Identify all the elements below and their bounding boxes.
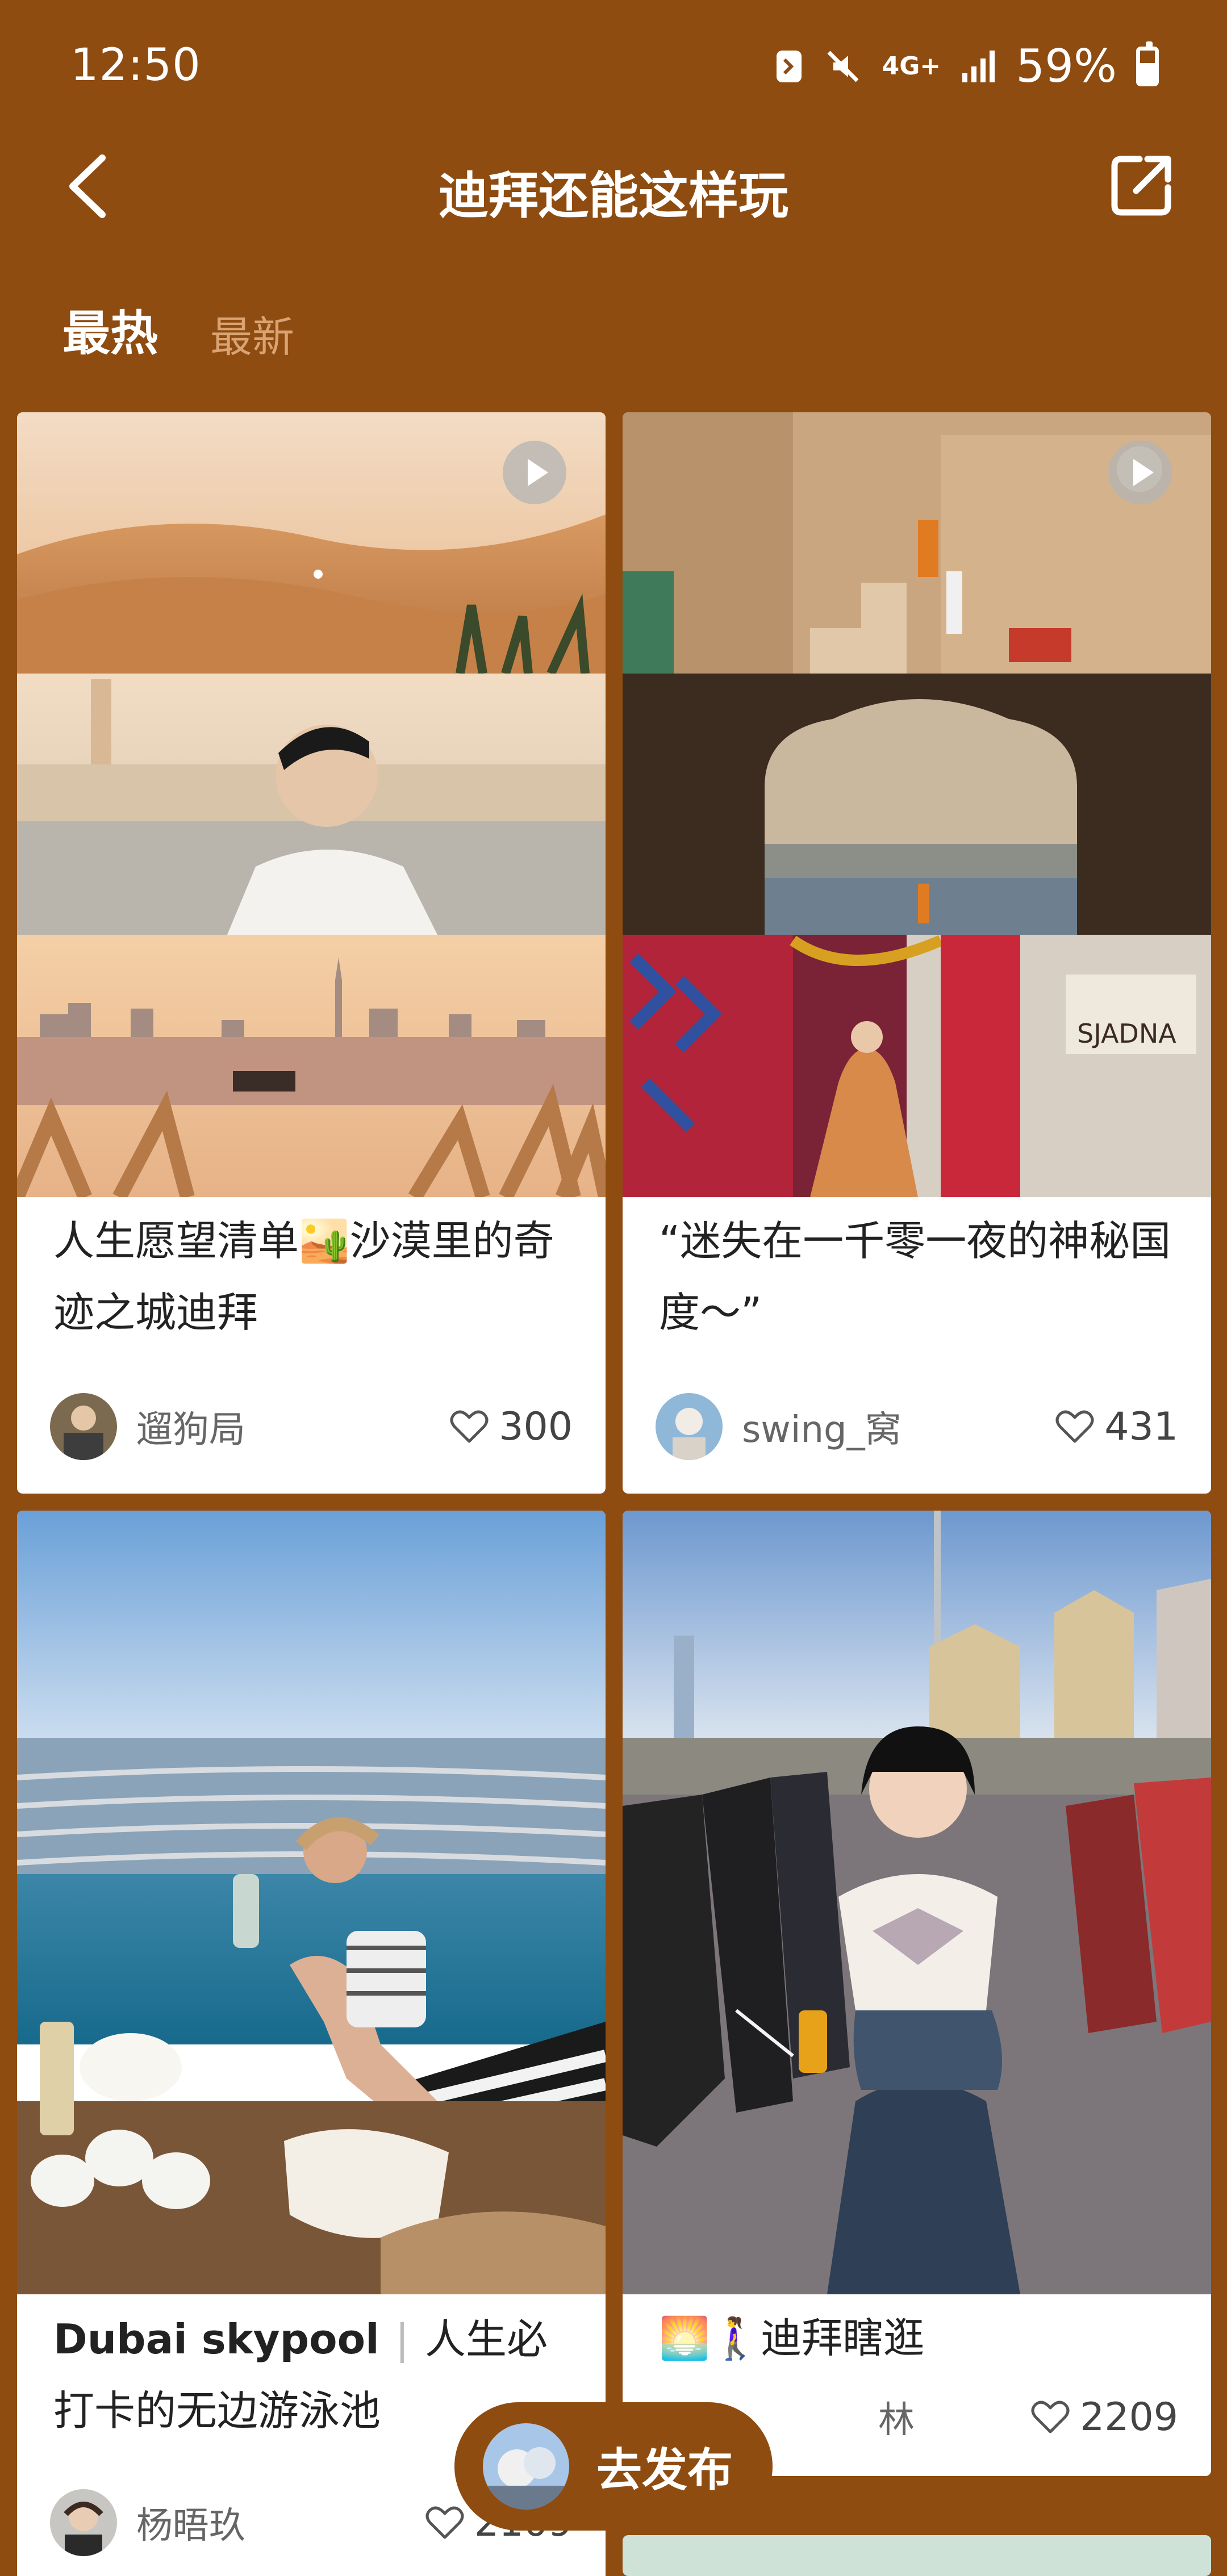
like-count: 300: [499, 1404, 573, 1449]
avatar[interactable]: [50, 1393, 117, 1460]
post-title-text: 迪拜瞎逛: [761, 2314, 925, 2362]
heart-icon: [450, 1410, 489, 1443]
nfc-icon: [776, 50, 802, 82]
post-meta: 遛狗局 300: [50, 1392, 573, 1461]
post-title: 🌅🚶‍♀️迪拜瞎逛: [659, 2302, 1188, 2374]
like-button[interactable]: 431: [1055, 1404, 1178, 1449]
like-button[interactable]: 300: [450, 1404, 573, 1449]
post-card[interactable]: SJADNA “迷失在一千零一夜的神秘国度～” swing_窝 431: [623, 412, 1211, 1494]
tab-newest[interactable]: 最新: [210, 303, 294, 364]
mute-icon: [827, 51, 859, 82]
like-button[interactable]: 2209: [1031, 2395, 1178, 2440]
svg-text:SJADNA: SJADNA: [1077, 1018, 1176, 1049]
post-title: “迷失在一千零一夜的神秘国度～”: [659, 1217, 1171, 1336]
post-card-peek[interactable]: [623, 2535, 1211, 2576]
video-play-icon: [503, 441, 566, 504]
like-count: 2209: [1079, 2394, 1178, 2440]
post-meta: swing_窝 431: [656, 1392, 1178, 1461]
app-screen: 12:50 4G+ 59% 迪拜还能这样玩 最热 最新 人生愿望清单🏜️沙漠里的…: [0, 0, 1227, 2576]
heart-icon: [425, 2506, 464, 2539]
publish-button[interactable]: 去发布: [454, 2402, 773, 2531]
post-title-highlight: Dubai skypool: [53, 2315, 379, 2363]
author-name[interactable]: 遛狗局: [136, 1400, 450, 1453]
author-name[interactable]: swing_窝: [742, 1400, 1055, 1453]
post-title-emoji: 🌅🚶‍♀️: [659, 2314, 761, 2362]
avatar[interactable]: [656, 1393, 723, 1460]
avatar[interactable]: [50, 2489, 117, 2556]
author-name[interactable]: 杨晤玖: [136, 2496, 425, 2549]
top-bar: 迪拜还能这样玩: [0, 136, 1227, 239]
like-count: 431: [1104, 1404, 1178, 1449]
video-play-icon: [1108, 441, 1172, 504]
status-time: 12:50: [70, 40, 201, 91]
post-cover-image: [17, 412, 606, 1197]
network-4g-icon: 4G+: [882, 51, 941, 81]
share-button[interactable]: [1108, 151, 1176, 219]
signal-icon: [962, 50, 995, 82]
post-card[interactable]: 🌅🚶‍♀️迪拜瞎逛 林 2209: [623, 1511, 1211, 2476]
tab-hottest[interactable]: 最热: [62, 295, 158, 364]
post-title: 人生愿望清单🏜️沙漠里的奇迹之城迪拜: [53, 1217, 554, 1336]
sort-tabs: 最热 最新: [62, 295, 294, 364]
battery-percent: 59%: [1016, 40, 1117, 93]
page-title: 迪拜还能这样玩: [438, 166, 788, 225]
post-cover-image: [17, 1511, 606, 2294]
author-name[interactable]: 林: [742, 2391, 1031, 2443]
post-cover-image: SJADNA: [623, 412, 1211, 1197]
battery-icon: [1136, 41, 1159, 86]
avatar: [483, 2423, 569, 2510]
heart-icon: [1055, 1410, 1094, 1443]
publish-label: 去发布: [596, 2444, 733, 2496]
status-bar: 12:50 4G+ 59%: [0, 0, 1227, 131]
post-card[interactable]: 人生愿望清单🏜️沙漠里的奇迹之城迪拜 遛狗局 300: [17, 412, 606, 1494]
status-icons: 4G+ 59%: [774, 40, 1159, 93]
post-cover-image: [623, 1511, 1211, 2294]
heart-icon: [1031, 2401, 1070, 2433]
